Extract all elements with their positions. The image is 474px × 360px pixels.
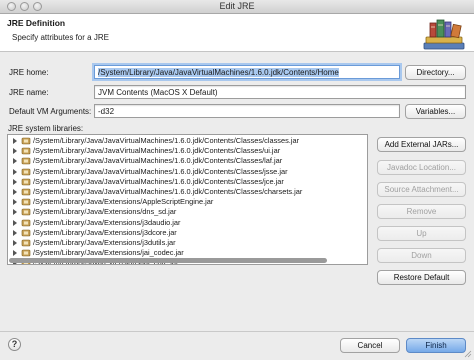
expand-triangle-icon[interactable]: [13, 189, 17, 195]
jar-icon: [21, 168, 31, 175]
library-path: /System/Library/Java/JavaVirtualMachines…: [33, 136, 300, 145]
library-path: /System/Library/Java/JavaVirtualMachines…: [33, 156, 283, 166]
expand-triangle-icon[interactable]: [13, 199, 17, 206]
library-list[interactable]: /System/Library/Java/JavaVirtualMachines…: [7, 134, 368, 265]
help-icon[interactable]: ?: [8, 338, 21, 351]
library-path: /System/Library/Java/Extensions/j3daudio…: [33, 217, 181, 227]
jar-icon: [21, 137, 31, 145]
library-path: /System/Library/Java/Extensions/AppleScr…: [33, 197, 214, 207]
library-row[interactable]: /System/Library/Java/JavaVirtualMachines…: [8, 146, 367, 156]
window-title: Edit JRE: [219, 1, 255, 11]
expand-triangle-icon[interactable]: [13, 178, 17, 185]
jar-icon: [21, 188, 31, 196]
library-row[interactable]: /System/Library/Java/Extensions/j3dutils…: [8, 238, 367, 248]
footer-separator: [0, 331, 474, 332]
up-button[interactable]: Up: [377, 226, 466, 241]
jar-icon: [21, 178, 31, 186]
jar-icon: [21, 209, 31, 216]
scrollbar-thumb[interactable]: [9, 258, 327, 263]
library-path: /System/Library/Java/JavaVirtualMachines…: [33, 187, 303, 196]
title-bar: Edit JRE: [0, 0, 474, 14]
jar-icon: [21, 147, 31, 155]
library-row[interactable]: /System/Library/Java/Extensions/AppleScr…: [8, 197, 367, 207]
add-external-jars-button[interactable]: Add External JARs...: [377, 137, 466, 152]
library-row[interactable]: /System/Library/Java/Extensions/j3dcore.…: [8, 228, 367, 238]
jar-icon: [21, 158, 31, 165]
jre-name-field[interactable]: JVM Contents (MacOS X Default): [94, 85, 466, 99]
expand-triangle-icon[interactable]: [13, 158, 17, 165]
library-row[interactable]: /System/Library/Java/JavaVirtualMachines…: [8, 136, 367, 146]
dialog-header: JRE Definition Specify attributes for a …: [0, 14, 474, 52]
javadoc-location-button[interactable]: Javadoc Location...: [377, 160, 466, 175]
jre-home-field[interactable]: /System/Library/Java/JavaVirtualMachines…: [94, 65, 400, 79]
expand-triangle-icon[interactable]: [13, 168, 17, 175]
expand-triangle-icon[interactable]: [13, 138, 17, 144]
down-button[interactable]: Down: [377, 248, 466, 263]
library-path: /System/Library/Java/JavaVirtualMachines…: [33, 176, 284, 186]
horizontal-scrollbar[interactable]: [8, 257, 367, 264]
jre-home-value: /System/Library/Java/JavaVirtualMachines…: [98, 68, 339, 77]
cancel-button[interactable]: Cancel: [340, 338, 400, 353]
remove-button[interactable]: Remove: [377, 204, 466, 219]
library-row[interactable]: /System/Library/Java/JavaVirtualMachines…: [8, 187, 367, 197]
jar-icon: [21, 239, 31, 247]
source-attachment-button[interactable]: Source Attachment...: [377, 182, 466, 197]
header-subtitle: Specify attributes for a JRE: [12, 33, 109, 42]
jar-icon: [21, 229, 31, 237]
vm-args-field[interactable]: -d32: [94, 104, 400, 118]
library-path: /System/Library/Java/JavaVirtualMachines…: [33, 166, 288, 176]
expand-triangle-icon[interactable]: [13, 209, 17, 216]
jre-name-label: JRE name:: [9, 88, 49, 97]
restore-default-button[interactable]: Restore Default: [377, 270, 466, 285]
directory-button[interactable]: Directory...: [405, 65, 466, 80]
library-path: /System/Library/Java/Extensions/j3dcore.…: [33, 227, 177, 237]
books-icon: [423, 19, 465, 50]
finish-button[interactable]: Finish: [406, 338, 466, 353]
library-row[interactable]: /System/Library/Java/JavaVirtualMachines…: [8, 177, 367, 187]
library-path: /System/Library/Java/Extensions/j3dutils…: [33, 238, 176, 247]
resize-grip-icon[interactable]: [464, 350, 472, 358]
vm-args-label: Default VM Arguments:: [9, 107, 92, 116]
variables-button[interactable]: Variables...: [405, 104, 466, 119]
library-row[interactable]: /System/Library/Java/Extensions/j3daudio…: [8, 218, 367, 228]
libraries-label: JRE system libraries:: [8, 124, 84, 133]
library-row[interactable]: /System/Library/Java/JavaVirtualMachines…: [8, 167, 367, 177]
expand-triangle-icon[interactable]: [13, 148, 17, 155]
library-path: /System/Library/Java/Extensions/dns_sd.j…: [33, 207, 177, 217]
library-row[interactable]: /System/Library/Java/Extensions/dns_sd.j…: [8, 207, 367, 217]
expand-triangle-icon[interactable]: [13, 229, 17, 236]
jre-home-label: JRE home:: [9, 68, 49, 77]
library-path: /System/Library/Java/JavaVirtualMachines…: [33, 146, 281, 156]
expand-triangle-icon[interactable]: [13, 250, 17, 257]
jar-icon: [21, 198, 31, 206]
expand-triangle-icon[interactable]: [13, 219, 17, 226]
jar-icon: [21, 219, 31, 226]
library-row[interactable]: /System/Library/Java/JavaVirtualMachines…: [8, 156, 367, 166]
header-title: JRE Definition: [7, 18, 66, 28]
jar-icon: [21, 249, 31, 257]
expand-triangle-icon[interactable]: [13, 240, 17, 246]
